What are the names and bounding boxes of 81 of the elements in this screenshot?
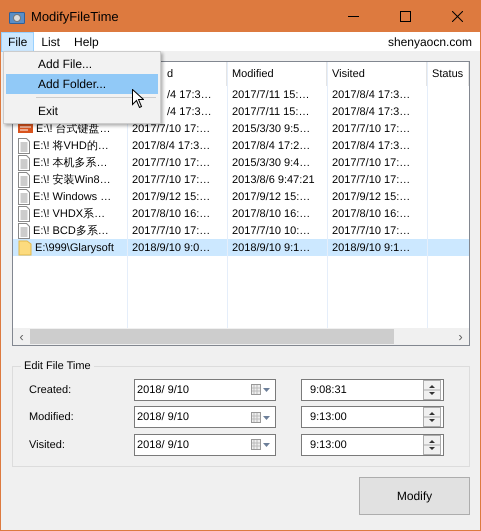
table-cell: /4 17:3… xyxy=(167,88,212,100)
file-name: E:\! VHDX系… xyxy=(33,206,106,221)
app-icon xyxy=(9,10,25,24)
file-name: E:\! Windows … xyxy=(33,190,112,202)
table-cell-text: 2017/8/4 17:2… xyxy=(231,138,312,154)
table-cell: 2017/8/4 17:3… xyxy=(332,106,410,118)
table-cell: 2017/9/12 15:… xyxy=(332,190,410,202)
table-cell: 2018/9/10 9:1… xyxy=(332,242,410,254)
menu-item[interactable]: Help xyxy=(67,32,106,52)
document-icon xyxy=(18,138,30,154)
cursor-icon xyxy=(132,89,144,108)
date-picker[interactable]: 2018/ 9/10 xyxy=(134,434,276,456)
document-icon xyxy=(18,154,30,170)
table-cell-text: 2017/7/11 15:… xyxy=(231,88,310,102)
table-cell: 2017/7/10 17:… xyxy=(132,122,210,134)
table-cell: 2017/7/10 17:… xyxy=(332,224,410,236)
time-field[interactable]: 9:13:00 xyxy=(301,406,444,428)
calendar-icon xyxy=(251,412,271,422)
column-header[interactable]: d xyxy=(167,68,174,80)
table-cell-text: 2017/8/10 16:… xyxy=(231,206,312,222)
table-cell-text: 2015/3/30 9:4… xyxy=(231,156,312,170)
menu-option[interactable]: Add Folder... xyxy=(6,74,158,94)
menu-option[interactable]: Exit xyxy=(6,101,158,121)
file-name: E:\999\Glarysoft xyxy=(35,242,114,254)
table-cell: 2018/9/10 9:1… xyxy=(227,239,327,256)
field-label: Visited: xyxy=(29,438,66,450)
file-name: E:\! 将VHD的… xyxy=(33,139,109,153)
spin-buttons[interactable] xyxy=(423,380,441,400)
document-icon xyxy=(18,172,30,188)
scroll-right-button[interactable]: › xyxy=(452,329,469,344)
table-cell-text: 2017/7/11 15:… xyxy=(231,104,310,120)
table-cell: 2017/8/10 16:… xyxy=(132,208,210,220)
table-cell-text: 2017/9/12 15:… xyxy=(231,190,312,204)
table-cell: 2017/8/4 17:3… xyxy=(132,140,210,152)
menu-item[interactable]: File xyxy=(1,32,34,52)
spin-buttons[interactable] xyxy=(423,407,441,427)
document-icon xyxy=(18,206,30,222)
table-cell: 2017/8/4 17:3… xyxy=(332,88,410,100)
table-cell: 2017/7/10 17:… xyxy=(132,174,210,186)
table-cell-text: 2017/7/10 10:… xyxy=(231,224,312,238)
table-cell: 2017/7/10 17:… xyxy=(132,156,210,168)
file-name: E:\! BCD多系… xyxy=(33,224,109,238)
date-picker[interactable]: 2018/ 9/10 xyxy=(134,378,276,400)
column-header[interactable]: Visited xyxy=(332,68,365,80)
window-title: ModifyFileTime xyxy=(31,9,120,24)
table-cell: /4 17:3… xyxy=(167,106,212,118)
menu-item[interactable]: List xyxy=(34,32,68,52)
table-cell: 2017/7/10 17:… xyxy=(332,122,410,134)
image-file-icon xyxy=(18,121,33,136)
column-header[interactable]: Status xyxy=(432,68,464,80)
maximize-icon xyxy=(400,11,410,22)
group-title: Edit File Time xyxy=(23,360,92,372)
website-label: shenyaocn.com xyxy=(388,34,472,48)
horizontal-scrollbar[interactable]: ‹ › xyxy=(13,328,469,345)
table-cell: 2018/9/10 9:0… xyxy=(132,242,210,254)
date-picker[interactable]: 2018/ 9/10 xyxy=(134,406,276,428)
menu-option[interactable]: Add File... xyxy=(6,54,158,74)
close-icon xyxy=(452,11,462,22)
table-cell: 2017/8/10 16:… xyxy=(332,208,410,220)
field-label: Created: xyxy=(29,384,72,396)
file-name: E:\! 本机多系… xyxy=(33,156,108,170)
folder-icon xyxy=(18,240,32,256)
table-cell: 2017/7/10 17:… xyxy=(332,174,410,186)
table-cell-text: 2013/8/6 9:47:21 xyxy=(231,172,316,188)
table-cell-text: 2015/3/30 9:5… xyxy=(231,122,312,136)
time-field[interactable]: 9:13:00 xyxy=(301,434,444,456)
table-cell: 2017/7/10 17:… xyxy=(332,156,410,168)
modify-button[interactable]: Modify xyxy=(359,477,470,515)
spin-buttons[interactable] xyxy=(423,434,441,454)
table-cell: 2017/7/10 17:… xyxy=(132,224,210,236)
column-header[interactable]: Modified xyxy=(232,68,274,80)
calendar-icon xyxy=(251,439,271,450)
document-icon xyxy=(18,188,30,204)
time-field[interactable]: 9:08:31 xyxy=(301,378,444,400)
file-name: E:\! 安装Win8… xyxy=(33,172,111,187)
scroll-left-button[interactable]: ‹ xyxy=(13,329,30,344)
field-label: Modified: xyxy=(29,411,75,423)
document-icon xyxy=(18,222,30,238)
table-cell: 2017/8/4 17:3… xyxy=(332,140,410,152)
table-cell: 2017/9/12 15:… xyxy=(132,190,210,202)
calendar-icon xyxy=(251,384,271,395)
